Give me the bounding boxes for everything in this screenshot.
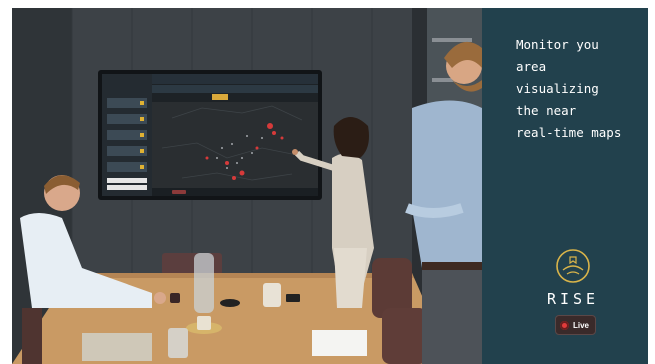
tv-search-datasets-button[interactable] bbox=[107, 185, 147, 190]
wall-tv bbox=[98, 70, 322, 200]
live-label: Live bbox=[573, 320, 590, 330]
live-button[interactable]: Live bbox=[555, 315, 597, 335]
meeting-room-scene bbox=[12, 8, 482, 364]
banner: Monitor you area visualizing the near re… bbox=[12, 8, 648, 364]
meeting-room-photo bbox=[12, 8, 482, 364]
headline: Monitor you area visualizing the near re… bbox=[516, 37, 622, 140]
tv-map bbox=[152, 102, 318, 188]
info-panel: Monitor you area visualizing the near re… bbox=[482, 8, 648, 364]
brand-name: RISE bbox=[546, 290, 600, 308]
rise-logo-icon bbox=[556, 249, 590, 283]
tv-manage-areas-button[interactable] bbox=[107, 178, 147, 183]
live-dot-icon bbox=[560, 320, 569, 330]
